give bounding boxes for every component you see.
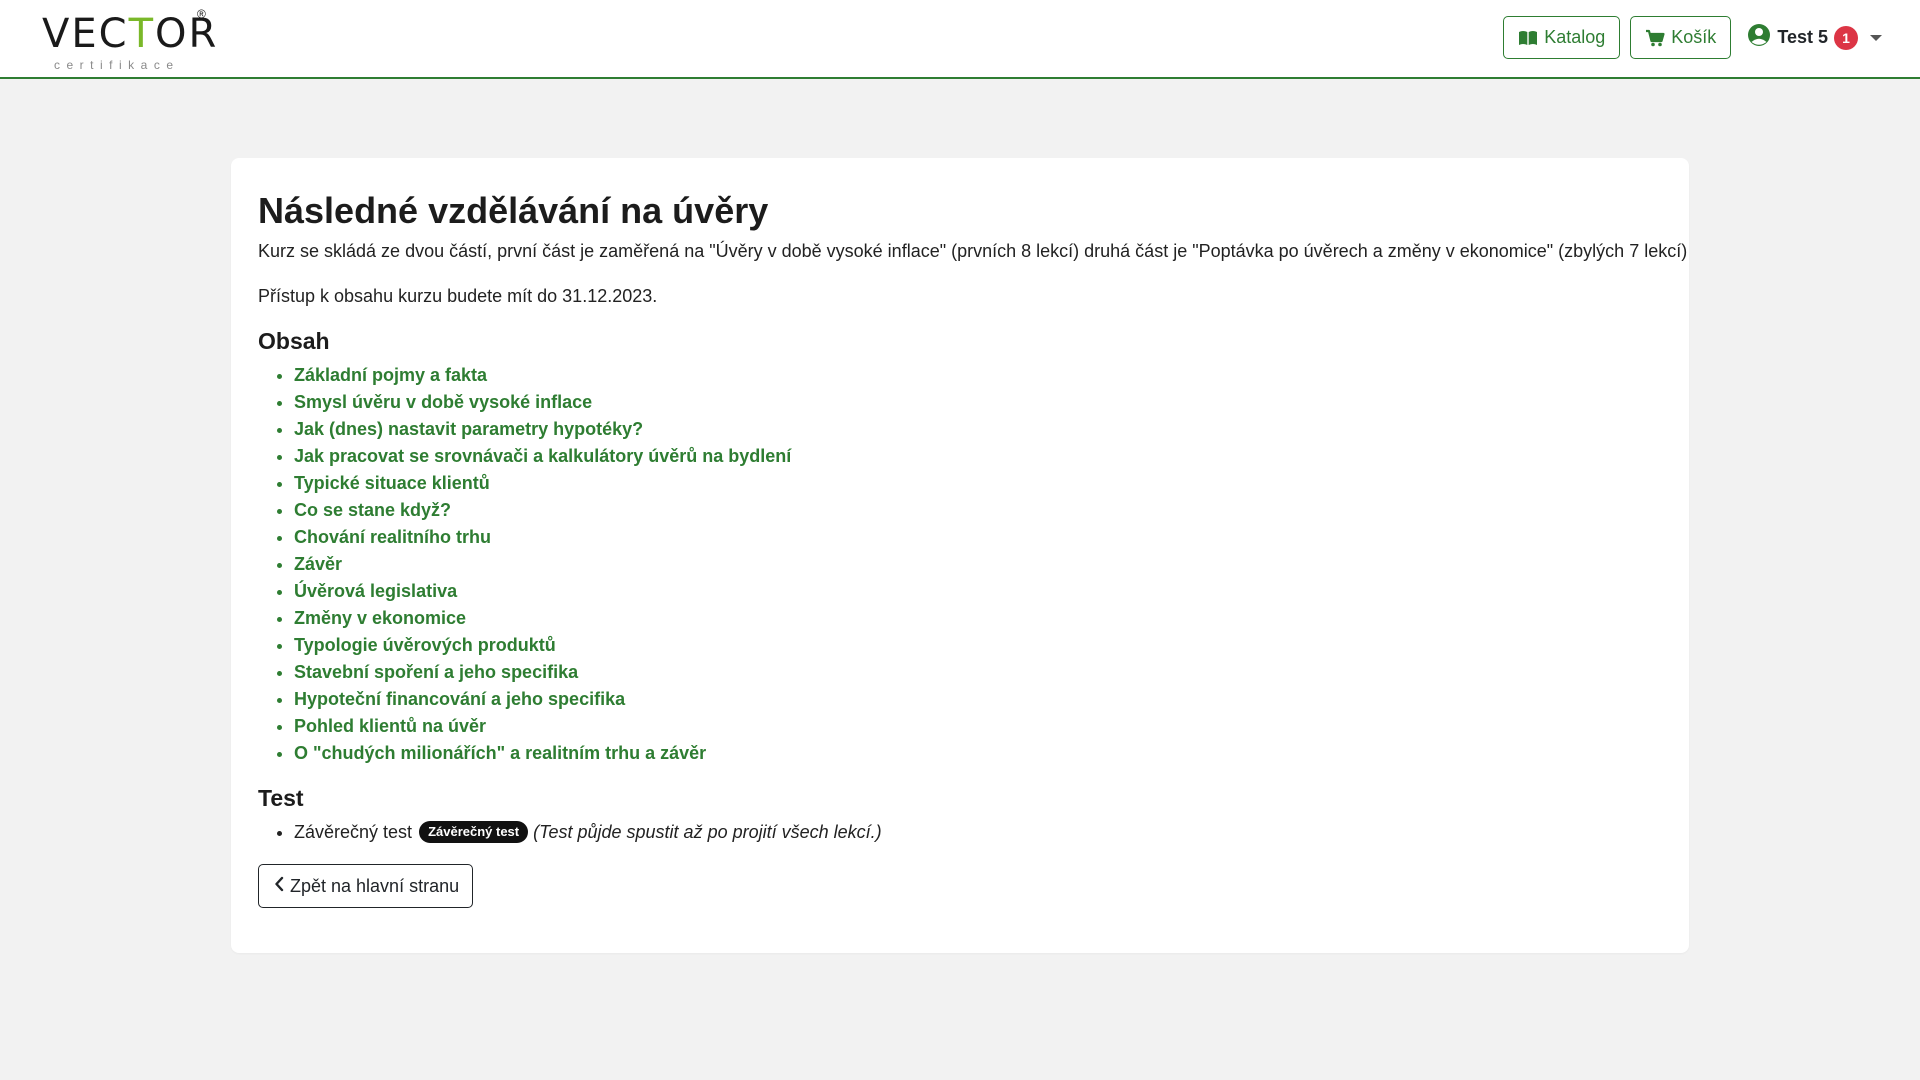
back-to-home-button[interactable]: Zpět na hlavní stranu — [258, 864, 474, 908]
list-item: Typické situace klientů — [294, 470, 1662, 497]
logo-subtitle: certifikace — [54, 58, 180, 72]
cart-button[interactable]: Košík — [1630, 16, 1732, 59]
lesson-link[interactable]: Typické situace klientů — [294, 473, 490, 493]
test-list: Závěrečný test Závěrečný test (Test půjd… — [258, 819, 1662, 846]
list-item: Základní pojmy a fakta — [294, 362, 1662, 389]
course-card: Následné vzdělávání na úvěry Kurz se skl… — [231, 158, 1689, 953]
lesson-link[interactable]: Typologie úvěrových produktů — [294, 635, 556, 655]
back-button-label: Zpět na hlavní stranu — [290, 875, 460, 896]
list-item: Chování realitního trhu — [294, 524, 1662, 551]
lesson-link[interactable]: Úvěrová legislativa — [294, 581, 457, 601]
lesson-link[interactable]: Smysl úvěru v době vysoké inflace — [294, 392, 592, 412]
test-note: (Test půjde spustit až po projití všech … — [533, 822, 882, 842]
logo-wordmark: VECTOR — [42, 11, 219, 57]
catalog-button[interactable]: Katalog — [1503, 16, 1621, 59]
list-item: Hypoteční financování a jeho specifika — [294, 686, 1662, 713]
list-item: Závěr — [294, 551, 1662, 578]
lesson-link[interactable]: Hypoteční financování a jeho specifika — [294, 689, 625, 709]
test-item-label: Závěrečný test — [294, 822, 413, 842]
lesson-link[interactable]: Základní pojmy a fakta — [294, 365, 487, 385]
list-item: Jak (dnes) nastavit parametry hypotéky? — [294, 416, 1662, 443]
lesson-link[interactable]: Jak (dnes) nastavit parametry hypotéky? — [294, 419, 643, 439]
lesson-link[interactable]: Co se stane když? — [294, 500, 451, 520]
test-status-badge: Závěrečný test — [419, 821, 529, 843]
list-item: Závěrečný test Závěrečný test (Test půjd… — [294, 819, 1662, 846]
list-item: Typologie úvěrových produktů — [294, 632, 1662, 659]
nav-actions: Katalog Košík Test 5 1 — [1503, 16, 1882, 59]
notification-badge: 1 — [1834, 25, 1858, 50]
user-circle-icon — [1747, 23, 1771, 52]
book-open-icon — [1518, 30, 1538, 46]
list-item: Pohled klientů na úvěr — [294, 713, 1662, 740]
lesson-list: Základní pojmy a fakta Smysl úvěru v dob… — [258, 362, 1662, 767]
lesson-link[interactable]: Jak pracovat se srovnávači a kalkulátory… — [294, 446, 791, 466]
vector-logo[interactable]: VECTOR ® certifikace — [42, 7, 216, 72]
user-name: Test 5 — [1777, 27, 1828, 47]
list-item: Jak pracovat se srovnávači a kalkulátory… — [294, 443, 1662, 470]
lesson-link[interactable]: Změny v ekonomice — [294, 608, 466, 628]
access-info: Přístup k obsahu kurzu budete mít do 31.… — [258, 286, 658, 306]
cart-label: Košík — [1671, 27, 1717, 47]
caret-down-icon — [1870, 34, 1882, 41]
lesson-link[interactable]: O "chudých milionářích" a realitním trhu… — [294, 743, 706, 763]
list-item: Úvěrová legislativa — [294, 578, 1662, 605]
cart-icon — [1645, 29, 1665, 47]
top-navbar: VECTOR ® certifikace Katalog Košík Test … — [0, 0, 1920, 79]
chevron-left-icon — [274, 876, 284, 897]
contents-heading: Obsah — [258, 328, 330, 354]
list-item: Smysl úvěru v době vysoké inflace — [294, 389, 1662, 416]
lesson-link[interactable]: Stavební spoření a jeho specifika — [294, 662, 578, 682]
logo-registered-mark: ® — [197, 7, 206, 21]
lesson-link[interactable]: Chování realitního trhu — [294, 527, 491, 547]
user-menu-toggle[interactable]: Test 5 1 — [1741, 16, 1882, 59]
lesson-link[interactable]: Pohled klientů na úvěr — [294, 716, 486, 736]
page-title: Následné vzdělávání na úvěry — [258, 190, 769, 231]
catalog-label: Katalog — [1544, 27, 1606, 47]
list-item: Změny v ekonomice — [294, 605, 1662, 632]
list-item: Co se stane když? — [294, 497, 1662, 524]
course-description: Kurz se skládá ze dvou částí, první část… — [258, 241, 1688, 261]
list-item: Stavební spoření a jeho specifika — [294, 659, 1662, 686]
test-heading: Test — [258, 785, 304, 811]
list-item: O "chudých milionářích" a realitním trhu… — [294, 740, 1662, 767]
lesson-link[interactable]: Závěr — [294, 554, 342, 574]
